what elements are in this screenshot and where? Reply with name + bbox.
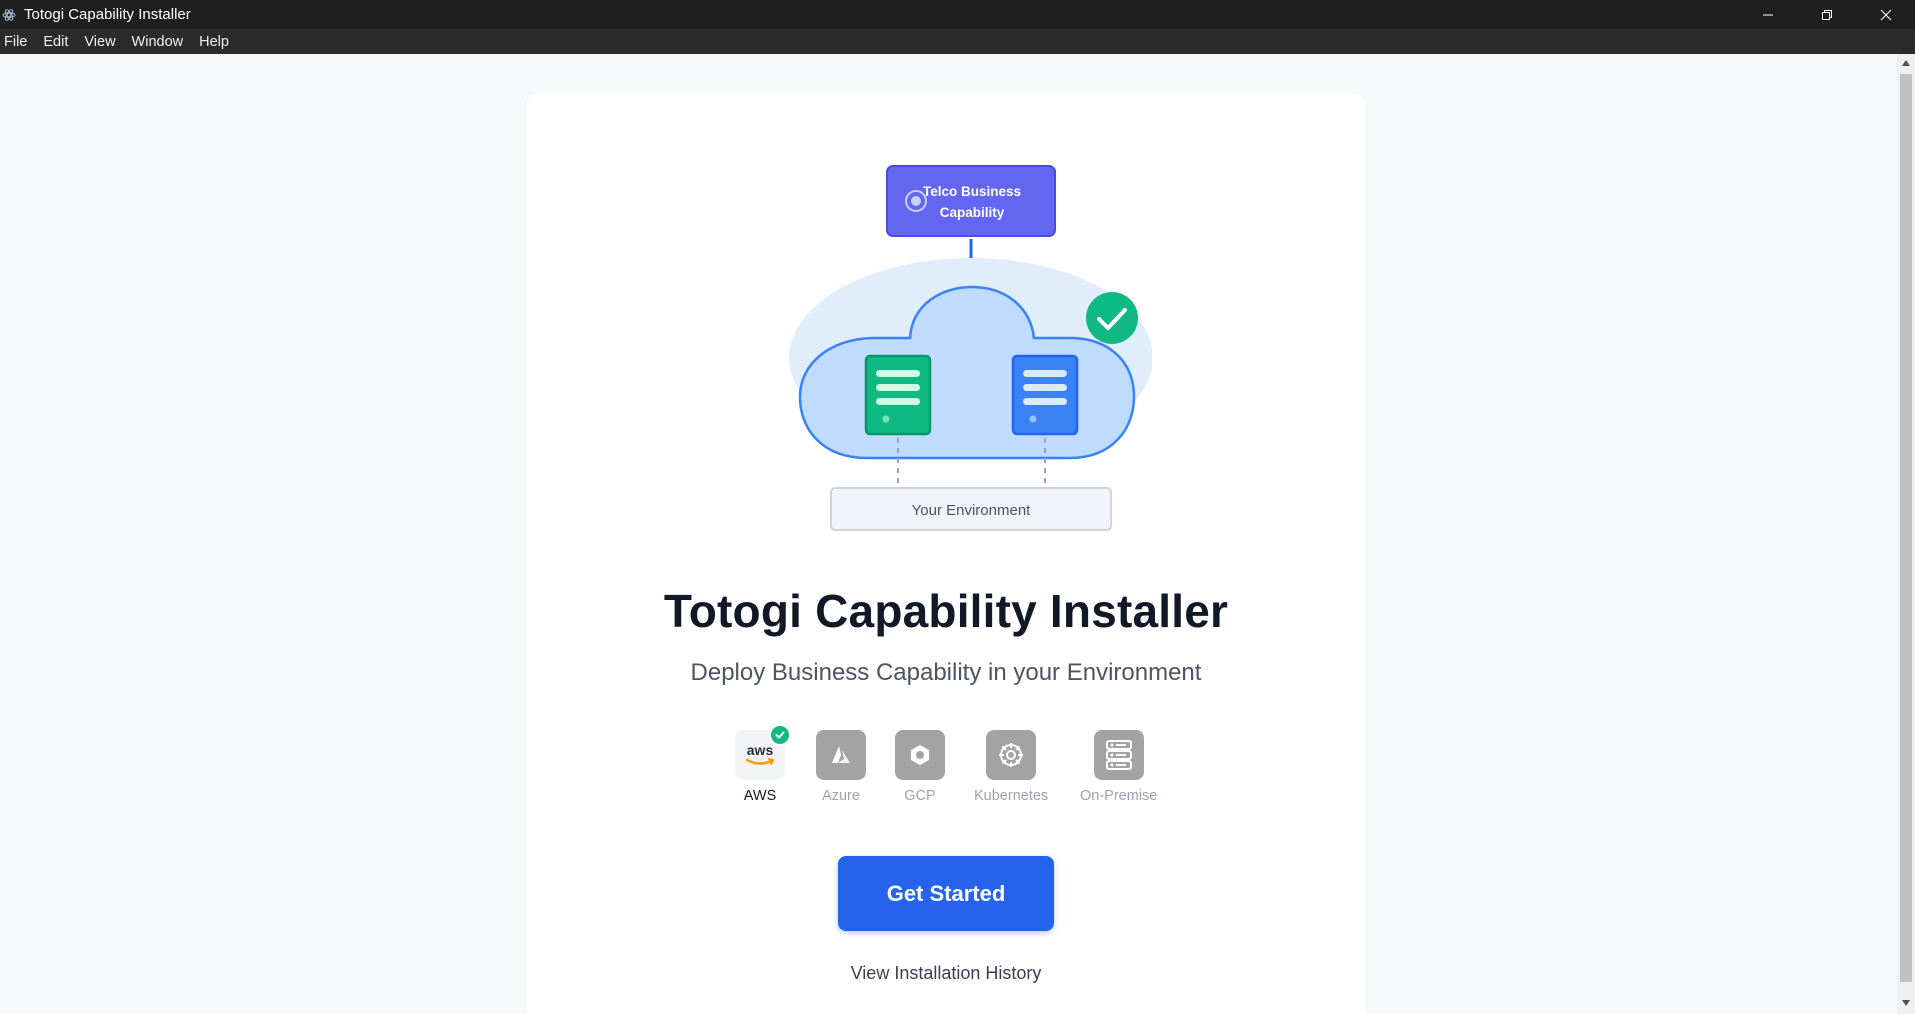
capability-label-line2: Capability [940,205,1005,220]
menu-bar: File Edit View Window Help [0,29,1915,54]
aws-logo-icon: aws [735,724,791,780]
kubernetes-icon [986,730,1037,780]
menu-help[interactable]: Help [199,34,239,50]
svg-text:aws: aws [747,742,774,758]
close-icon [1880,9,1891,20]
close-button[interactable] [1856,0,1915,29]
environment-label: Your Environment [912,502,1032,519]
provider-azure[interactable]: Azure [816,730,866,804]
scroll-up-icon[interactable] [1901,58,1911,68]
page-title: Totogi Capability Installer [663,585,1229,637]
blue-server-icon [1011,354,1079,436]
provider-on-premise-label: On-Premise [1080,788,1158,804]
provider-gcp[interactable]: GCP [895,730,945,804]
content-area: Telco Business Capability Your Environme… [0,54,1897,1014]
window-controls [1738,0,1915,29]
green-server-icon [864,354,932,436]
title-bar: Totogi Capability Installer [0,0,1915,29]
success-check-icon [1086,292,1138,344]
provider-on-premise[interactable]: On-Premise [1080,730,1157,804]
get-started-button[interactable]: Get Started [838,856,1054,931]
selected-check-icon [769,724,791,746]
provider-azure-label: Azure [822,788,860,804]
minimize-icon [1762,14,1773,15]
provider-selector: aws AWS Azure GCP Kubernetes On-Premise [526,724,1366,810]
provider-aws[interactable]: aws AWS [735,724,791,804]
gcp-icon [895,730,945,780]
minimize-button[interactable] [1738,0,1797,29]
provider-gcp-label: GCP [904,788,936,804]
app-icon [1,7,17,23]
restore-button[interactable] [1797,0,1856,29]
scroll-down-icon[interactable] [1901,998,1911,1008]
restore-icon [1821,9,1832,20]
menu-view[interactable]: View [84,34,125,50]
provider-aws-label: AWS [743,788,777,804]
welcome-card: Telco Business Capability Your Environme… [526,94,1366,1014]
deployment-illustration: Telco Business Capability Your Environme… [789,165,1152,531]
capability-label-line1: Telco Business [923,184,1021,199]
menu-edit[interactable]: Edit [43,34,78,50]
window-title: Totogi Capability Installer [24,6,191,23]
server-icon [1093,730,1144,780]
scrollbar-thumb[interactable] [1900,74,1912,982]
provider-kubernetes-label: Kubernetes [974,788,1049,804]
page-subtitle: Deploy Business Capability in your Envir… [690,659,1202,686]
provider-kubernetes[interactable]: Kubernetes [974,730,1048,804]
menu-file[interactable]: File [4,34,37,50]
menu-window[interactable]: Window [132,34,194,50]
vertical-scrollbar[interactable] [1897,54,1915,1014]
azure-icon [816,730,866,780]
view-installation-history-link[interactable]: View Installation History [526,963,1366,984]
